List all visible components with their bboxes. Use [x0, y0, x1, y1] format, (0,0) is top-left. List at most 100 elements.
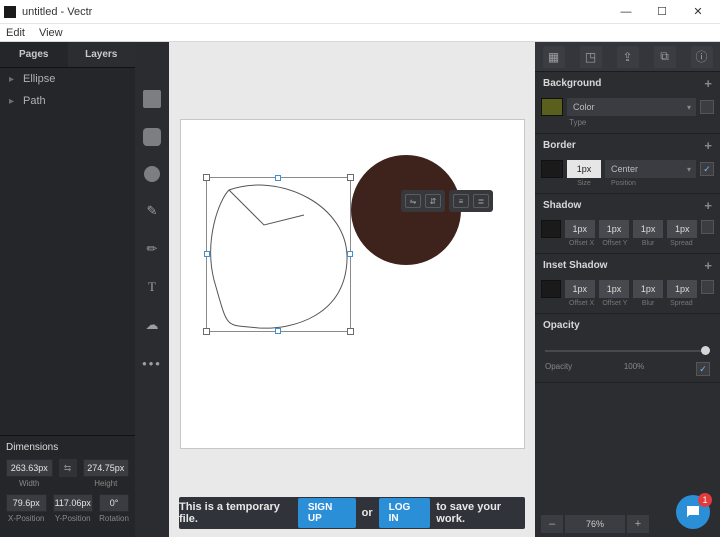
inset-offset-y-input[interactable]: 1px	[599, 280, 629, 298]
opacity-visible-checkbox[interactable]: ✓	[696, 362, 710, 376]
inset-spread-label: Spread	[667, 300, 696, 307]
shadow-offset-x-label: Offset X	[567, 240, 596, 247]
shadow-spread-input[interactable]: 1px	[667, 220, 697, 238]
upload-tool-icon[interactable]: ☁	[143, 316, 161, 334]
opacity-section: Opacity Opacity 100% ✓	[535, 314, 720, 383]
width-input[interactable]: 263.63px	[6, 459, 53, 477]
border-position-label: Position	[605, 180, 714, 187]
maximize-button[interactable]: ☐	[644, 0, 680, 23]
grid-icon[interactable]: ▦	[543, 46, 565, 68]
shadow-offset-y-input[interactable]: 1px	[599, 220, 629, 238]
pencil-tool-icon[interactable]: ✏	[143, 240, 161, 258]
resize-handle-se[interactable]	[347, 328, 354, 335]
rotation-input[interactable]: 0°	[99, 494, 129, 512]
shadow-blur-input[interactable]: 1px	[633, 220, 663, 238]
inset-blur-input[interactable]: 1px	[633, 280, 663, 298]
resize-handle-s[interactable]	[275, 328, 281, 334]
more-tools-icon[interactable]: •••	[143, 354, 161, 372]
border-color-swatch[interactable]	[541, 160, 563, 178]
left-panel: Pages Layers ▸ Ellipse ▸ Path Dimensions…	[0, 42, 135, 537]
layer-toggle-icon: ▸	[6, 74, 17, 85]
minimize-button[interactable]: —	[608, 0, 644, 23]
border-visible-checkbox[interactable]: ✓	[700, 162, 714, 176]
shadow-color-swatch[interactable]	[541, 220, 561, 238]
chat-widget[interactable]: 1	[676, 495, 710, 529]
shadow-offset-x-input[interactable]: 1px	[565, 220, 595, 238]
align-left-icon[interactable]: ≡	[453, 194, 469, 208]
align-center-icon[interactable]: ≣	[473, 194, 489, 208]
text-tool-icon[interactable]: T	[143, 278, 161, 296]
temp-file-banner: This is a temporary file. SIGN UP or LOG…	[179, 497, 525, 529]
section-title: Border	[543, 140, 576, 151]
opacity-slider[interactable]	[545, 346, 710, 356]
border-size-input[interactable]: 1px	[567, 160, 601, 178]
info-icon[interactable]: ⓘ	[691, 46, 713, 68]
y-position-label: Y-Position	[53, 514, 94, 523]
tab-pages[interactable]: Pages	[0, 42, 68, 67]
zoom-value[interactable]: 76%	[565, 515, 625, 533]
shadow-blur-label: Blur	[634, 240, 663, 247]
inset-spread-input[interactable]: 1px	[667, 280, 697, 298]
flip-vertical-icon[interactable]: ⇵	[425, 194, 441, 208]
border-position-select[interactable]: Center	[605, 160, 696, 178]
layer-toggle-icon: ▸	[6, 96, 17, 107]
layer-item-label: Ellipse	[23, 73, 55, 85]
resize-handle-ne[interactable]	[347, 174, 354, 181]
resize-handle-e[interactable]	[347, 251, 353, 257]
background-type-label: Type	[569, 118, 714, 127]
menu-edit[interactable]: Edit	[6, 27, 25, 39]
chat-icon	[684, 503, 702, 521]
resize-handle-n[interactable]	[275, 175, 281, 181]
signup-button[interactable]: SIGN UP	[298, 498, 356, 528]
inset-offset-x-input[interactable]: 1px	[565, 280, 595, 298]
ellipse-tool-icon[interactable]	[144, 166, 160, 182]
shadow-section: Shadow + 1px 1px 1px 1px Offset X Offset Y…	[535, 194, 720, 254]
preview-icon[interactable]: ◳	[580, 46, 602, 68]
rounded-rectangle-tool-icon[interactable]	[143, 128, 161, 146]
layer-item-ellipse[interactable]: ▸ Ellipse	[0, 68, 135, 90]
inset-color-swatch[interactable]	[541, 280, 561, 298]
add-background-icon[interactable]: +	[704, 76, 712, 91]
rectangle-tool-icon[interactable]	[143, 90, 161, 108]
banner-pre-text: This is a temporary file.	[179, 501, 292, 525]
inset-blur-label: Blur	[634, 300, 663, 307]
login-button[interactable]: LOG IN	[379, 498, 431, 528]
lock-aspect-icon[interactable]: ⇆	[59, 459, 77, 477]
width-label: Width	[6, 479, 53, 488]
close-button[interactable]: ✕	[680, 0, 716, 23]
tab-layers[interactable]: Layers	[68, 42, 136, 67]
resize-handle-w[interactable]	[204, 251, 210, 257]
background-type-select[interactable]: Color	[567, 98, 696, 116]
section-title: Shadow	[543, 200, 581, 211]
background-color-swatch[interactable]	[541, 98, 563, 116]
export-icon[interactable]: ⇪	[617, 46, 639, 68]
chat-badge: 1	[698, 493, 712, 507]
pen-tool-icon[interactable]: ✎	[143, 202, 161, 220]
zoom-in-button[interactable]: +	[627, 515, 649, 533]
menu-view[interactable]: View	[39, 27, 63, 39]
copy-icon[interactable]: ⧉	[654, 46, 676, 68]
layer-item-path[interactable]: ▸ Path	[0, 90, 135, 112]
inset-visible-checkbox[interactable]	[701, 280, 714, 294]
height-input[interactable]: 274.75px	[83, 459, 130, 477]
x-position-input[interactable]: 79.6px	[6, 494, 47, 512]
add-border-icon[interactable]: +	[704, 138, 712, 153]
zoom-out-button[interactable]: –	[541, 515, 563, 533]
border-size-label: Size	[567, 180, 601, 187]
canvas-area[interactable]: ⇋ ⇵ ≡ ≣ This is a temporary file. SIGN U…	[169, 42, 535, 537]
section-title: Opacity	[543, 320, 580, 331]
resize-handle-sw[interactable]	[203, 328, 210, 335]
shadow-visible-checkbox[interactable]	[701, 220, 714, 234]
background-visible-checkbox[interactable]	[700, 100, 714, 114]
x-position-label: X-Position	[6, 514, 47, 523]
shadow-offset-y-label: Offset Y	[600, 240, 629, 247]
selection-box[interactable]	[206, 177, 351, 332]
flip-horizontal-icon[interactable]: ⇋	[405, 194, 421, 208]
add-inset-shadow-icon[interactable]: +	[704, 258, 712, 273]
window-titlebar: untitled - Vectr — ☐ ✕	[0, 0, 720, 24]
y-position-input[interactable]: 117.06px	[53, 494, 94, 512]
resize-handle-nw[interactable]	[203, 174, 210, 181]
add-shadow-icon[interactable]: +	[704, 198, 712, 213]
layer-item-label: Path	[23, 95, 46, 107]
artboard[interactable]	[180, 119, 525, 449]
